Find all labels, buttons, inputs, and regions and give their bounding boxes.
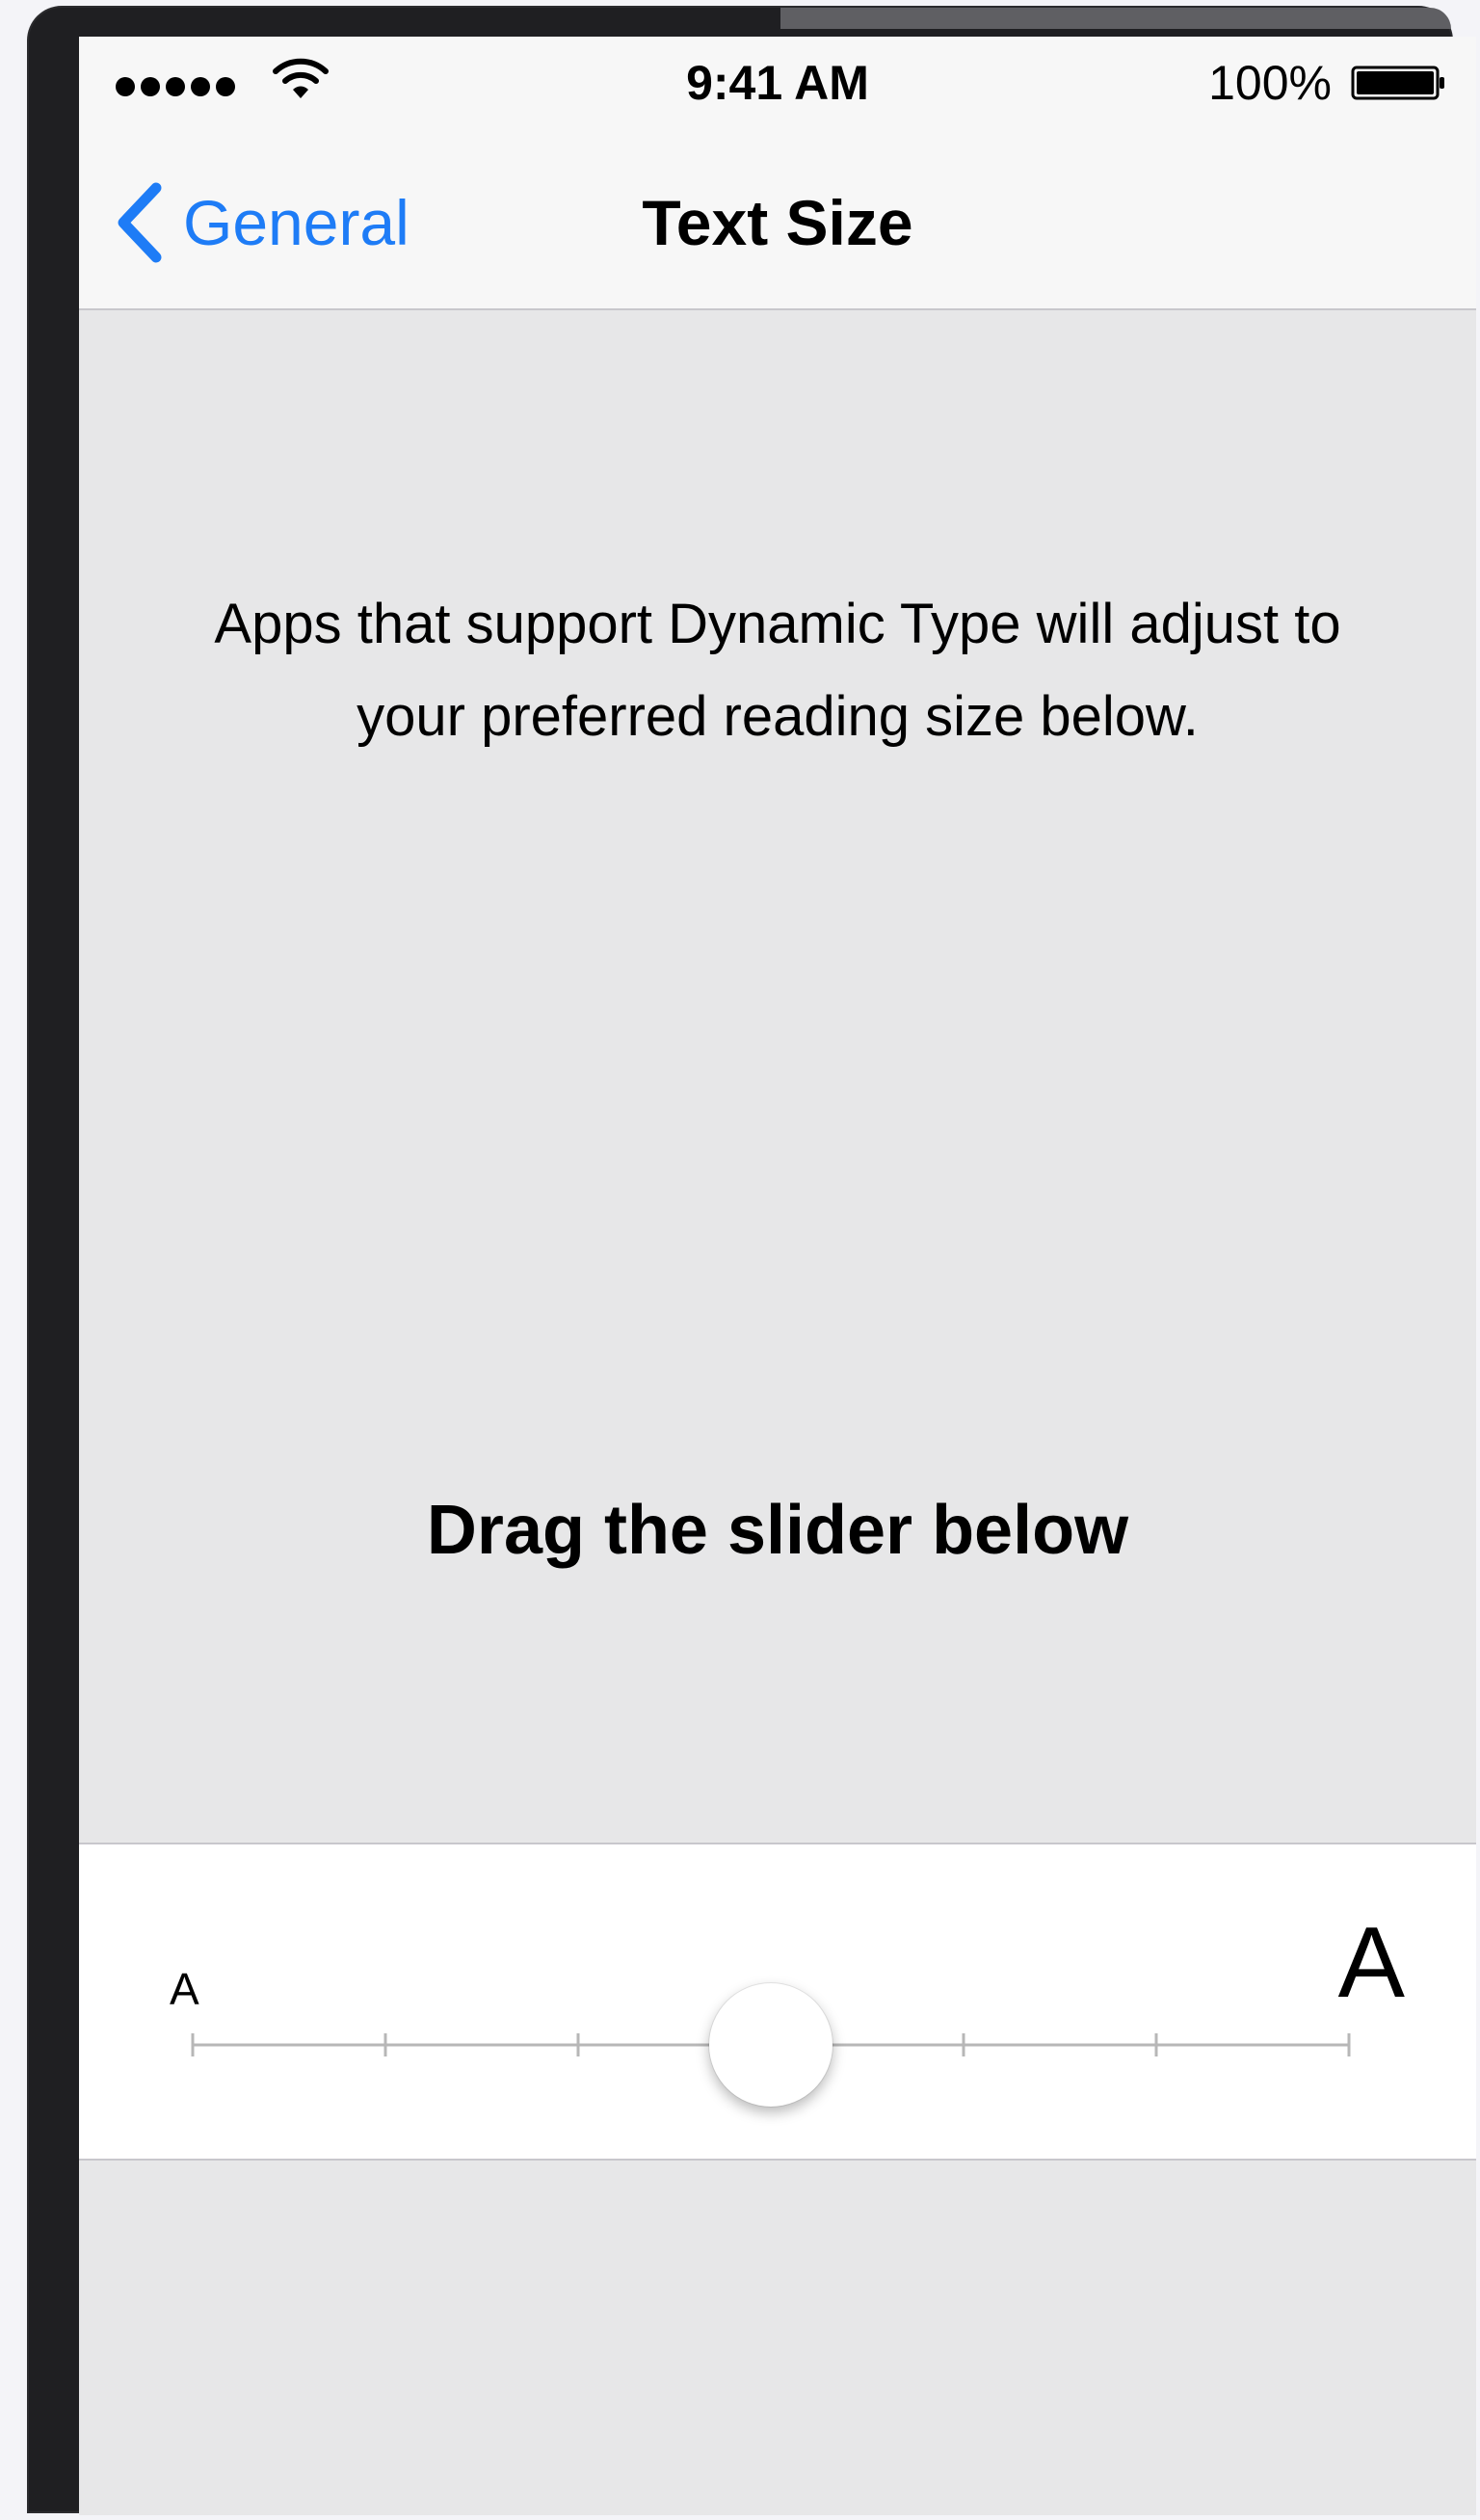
back-button[interactable]: General [114,179,410,266]
slider-thumb[interactable] [709,1983,832,2107]
status-bar: 9:41 AM 100% [79,37,1476,133]
battery-icon [1351,66,1444,100]
battery-percentage: 100% [1208,56,1332,110]
preview-text: Drag the slider below [426,1492,1129,1569]
description-text: Apps that support Dynamic Type will adju… [214,593,1341,748]
text-size-slider-panel: A A [79,1843,1476,2161]
chevron-left-icon [118,182,162,263]
device-frame: 9:41 AM 100% General Text Size Apps that… [29,8,1476,2515]
navigation-bar: General Text Size [79,133,1476,310]
screen: 9:41 AM 100% General Text Size Apps that… [79,37,1476,2515]
back-button-label: General [183,187,410,258]
